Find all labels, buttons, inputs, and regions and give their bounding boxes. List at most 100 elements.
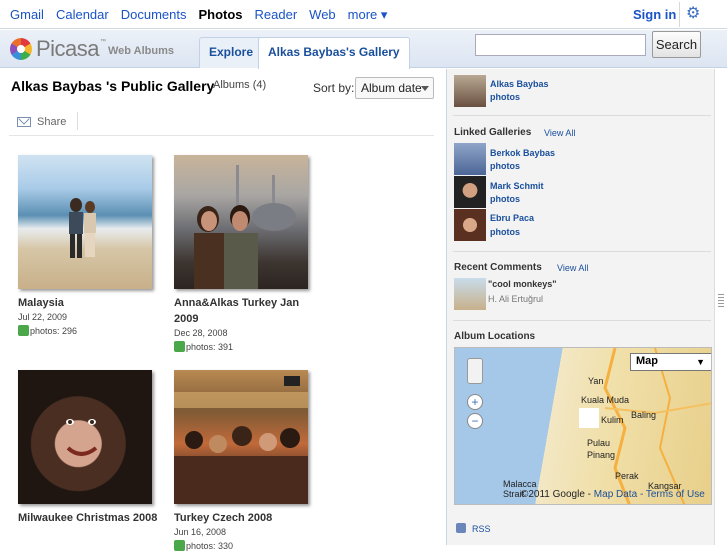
divider xyxy=(679,2,680,27)
album-photo xyxy=(194,165,296,289)
avatar[interactable] xyxy=(454,209,486,241)
pegman-icon[interactable] xyxy=(467,358,483,384)
avatar[interactable] xyxy=(454,176,486,208)
album-title[interactable]: Turkey Czech 2008 xyxy=(174,510,324,526)
search-button[interactable]: Search xyxy=(652,31,701,58)
sign-in-link[interactable]: Sign in xyxy=(633,7,676,22)
recent-comments-heading: Recent Comments xyxy=(454,262,542,273)
album-card[interactable]: Anna&Alkas Turkey Jan 2009 Dec 28, 2008 … xyxy=(174,155,324,352)
zoom-out-button[interactable]: − xyxy=(467,413,483,429)
google-bar: Gmail Calendar Documents Photos Reader W… xyxy=(0,0,727,29)
avatar[interactable] xyxy=(454,75,486,107)
page-title: Alkas Baybas 's Public Gallery xyxy=(11,78,215,94)
album-title[interactable]: Anna&Alkas Turkey Jan 2009 xyxy=(174,295,324,327)
photo-count-text: photos: 296 xyxy=(30,326,78,336)
album-locations-heading: Album Locations xyxy=(454,331,536,342)
sort-value: Album date xyxy=(361,81,422,95)
divider xyxy=(77,112,78,130)
owner-name-link[interactable]: Alkas Baybas xyxy=(490,79,549,89)
album-title[interactable]: Malaysia xyxy=(18,295,168,311)
album-thumbnail[interactable] xyxy=(18,370,152,504)
album-photo xyxy=(174,376,308,504)
linked-gallery-name[interactable]: Mark Schmit xyxy=(490,181,544,191)
picasa-pinwheel-icon xyxy=(10,38,32,60)
comments-view-all-link[interactable]: View All xyxy=(557,263,588,273)
map-copyright: ©2011 Google - xyxy=(521,489,592,500)
picasa-logo[interactable]: Picasa ™ Web Albums xyxy=(8,35,198,63)
zoom-in-button[interactable]: + xyxy=(467,394,483,410)
tab-explore[interactable]: Explore xyxy=(199,37,264,68)
album-thumbnail[interactable] xyxy=(174,155,308,289)
logo-subtitle: Web Albums xyxy=(108,45,175,57)
nav-photos[interactable]: Photos xyxy=(198,7,242,23)
google-nav: Gmail Calendar Documents Photos Reader W… xyxy=(10,7,399,23)
search-input[interactable] xyxy=(475,34,646,56)
sort-select[interactable]: Album date xyxy=(355,77,434,99)
photo-count-text: photos: 391 xyxy=(186,342,234,352)
nav-calendar[interactable]: Calendar xyxy=(56,7,109,23)
album-date: Jul 22, 2009 xyxy=(18,312,68,322)
rss-label: RSS xyxy=(472,524,491,534)
map-type-label: Map xyxy=(636,355,658,367)
album-card[interactable]: Malaysia Jul 22, 2009 photos: 296 xyxy=(18,155,168,336)
map-place-label: Baling xyxy=(631,410,657,420)
album-locations-map[interactable]: + − Map ▼ Yan Kuala Muda Kulim Baling Pu… xyxy=(454,347,712,505)
linked-galleries-heading: Linked Galleries xyxy=(454,127,532,138)
comment-text[interactable]: "cool monkeys" xyxy=(488,279,557,289)
linked-gallery-name[interactable]: Ebru Paca xyxy=(490,213,534,223)
share-label: Share xyxy=(37,116,67,128)
nav-gmail[interactable]: Gmail xyxy=(10,7,44,23)
nav-reader[interactable]: Reader xyxy=(255,7,298,23)
linked-gallery-name[interactable]: Berkok Baybas xyxy=(490,148,555,158)
scrollbar[interactable] xyxy=(714,69,727,545)
gallery-main: Alkas Baybas 's Public Gallery Albums (4… xyxy=(0,69,446,551)
terms-link[interactable]: - Terms of Use xyxy=(640,489,705,500)
comment-author: H. Ali Ertuğrul xyxy=(488,294,544,304)
map-type-select[interactable]: Map ▼ xyxy=(630,353,711,371)
map-place-label: Yan xyxy=(588,376,604,386)
linked-gallery-photos[interactable]: photos xyxy=(490,161,520,171)
gear-icon[interactable]: ⚙ xyxy=(686,6,702,22)
album-thumbnail[interactable] xyxy=(174,370,308,504)
chevron-down-icon: ▼ xyxy=(696,357,705,367)
divider xyxy=(9,135,434,136)
rss-icon xyxy=(456,523,466,533)
comment-thumbnail[interactable] xyxy=(454,278,486,310)
map-place-label: Perak xyxy=(615,471,639,481)
album-photo-count: photos: 391 xyxy=(174,341,324,352)
album-photo xyxy=(66,419,98,456)
divider xyxy=(453,320,711,321)
album-card[interactable]: Turkey Czech 2008 Jun 16, 2008 photos: 3… xyxy=(174,370,324,551)
linked-view-all-link[interactable]: View All xyxy=(544,128,575,138)
album-photo-count: photos: 296 xyxy=(18,325,168,336)
photos-icon xyxy=(174,540,185,551)
sort-label: Sort by: xyxy=(313,81,355,95)
map-data-link[interactable]: Map Data xyxy=(594,489,637,500)
linked-gallery-photos[interactable]: photos xyxy=(490,194,520,204)
nav-more[interactable]: more ▾ xyxy=(348,7,388,23)
picasa-header: Picasa ™ Web Albums Explore Alkas Baybas… xyxy=(0,30,727,69)
logo-name: Picasa xyxy=(36,36,100,61)
linked-gallery-photos[interactable]: photos xyxy=(490,227,520,237)
photos-icon xyxy=(174,341,185,352)
owner-photos-link[interactable]: photos xyxy=(490,92,520,102)
share-button[interactable]: Share xyxy=(17,115,66,128)
nav-web[interactable]: Web xyxy=(309,7,336,23)
album-thumbnail[interactable] xyxy=(18,155,152,289)
album-card[interactable]: Milwaukee Christmas 2008 xyxy=(18,370,168,526)
album-photo-count: photos: 330 xyxy=(174,540,324,551)
sidebar: Alkas Baybas photos Linked Galleries Vie… xyxy=(446,69,714,545)
divider xyxy=(453,115,711,116)
album-title[interactable]: Milwaukee Christmas 2008 xyxy=(18,510,168,526)
nav-documents[interactable]: Documents xyxy=(121,7,187,23)
chevron-down-icon xyxy=(421,86,429,91)
logo-tm: ™ xyxy=(100,39,106,45)
albums-count: Albums (4) xyxy=(213,79,267,91)
divider xyxy=(453,251,711,252)
tab-gallery[interactable]: Alkas Baybas's Gallery xyxy=(258,37,410,69)
scrollbar-grip[interactable] xyxy=(718,294,724,308)
map-place-label: Pulau Pinang xyxy=(587,438,616,460)
album-photo xyxy=(69,198,96,258)
avatar[interactable] xyxy=(454,143,486,175)
rss-link[interactable]: RSS xyxy=(456,523,491,534)
